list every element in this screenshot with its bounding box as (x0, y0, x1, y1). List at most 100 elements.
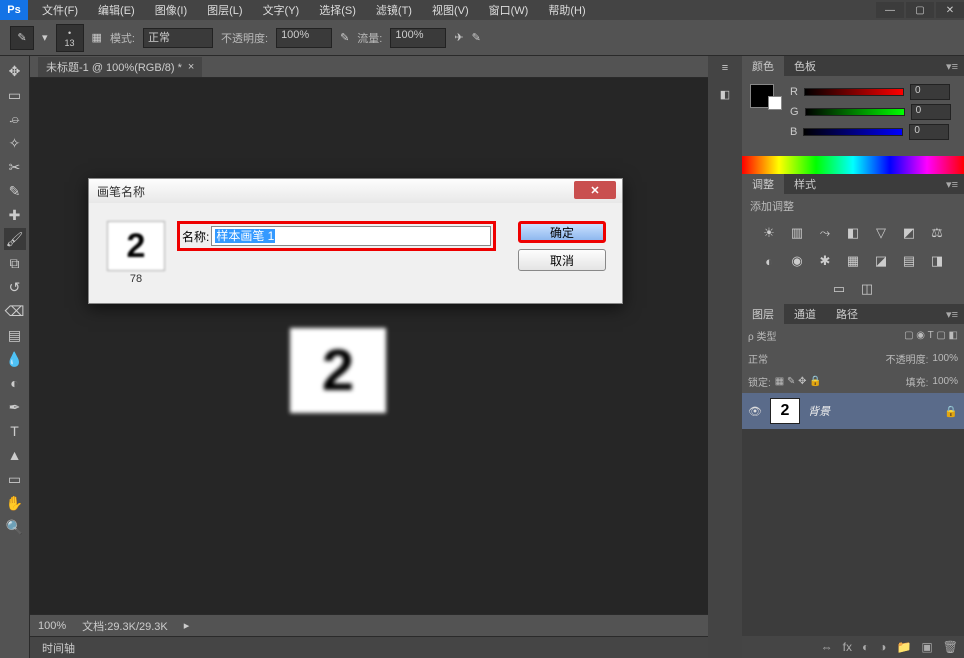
photofilter-icon[interactable]: ◉ (788, 252, 806, 270)
healing-tool[interactable]: ✚ (4, 204, 26, 226)
tool-preset-icon[interactable]: ✎ (10, 26, 34, 50)
link-layers-icon[interactable]: ⇔ (821, 640, 833, 654)
r-value[interactable]: 0 (910, 84, 950, 100)
blur-tool[interactable]: 💧 (4, 348, 26, 370)
menu-help[interactable]: 帮助(H) (540, 0, 593, 20)
menu-type[interactable]: 文字(Y) (255, 0, 308, 20)
blend-mode-select[interactable]: 正常 (748, 351, 768, 366)
zoom-level[interactable]: 100% (38, 620, 66, 632)
threshold-icon[interactable]: ◨ (928, 252, 946, 270)
channelmixer-icon[interactable]: ✱ (816, 252, 834, 270)
zoom-tool[interactable]: 🔍 (4, 516, 26, 538)
blend-mode-select[interactable]: 正常 (143, 28, 213, 48)
dialog-close-button[interactable]: ✕ (574, 181, 616, 199)
panel-menu-icon[interactable]: ▾≡ (946, 60, 958, 73)
r-slider[interactable] (804, 88, 904, 96)
layer-thumbnail[interactable]: 2 (770, 398, 800, 424)
magic-wand-tool[interactable]: ✧ (4, 132, 26, 154)
panel-menu-icon[interactable]: ▾≡ (946, 308, 958, 321)
menu-layer[interactable]: 图层(L) (199, 0, 250, 20)
dialog-titlebar[interactable]: 画笔名称 ✕ (89, 179, 622, 203)
opacity-value[interactable]: 100% (932, 353, 958, 364)
lookup-icon[interactable]: ▦ (844, 252, 862, 270)
brush-tool[interactable]: 🖌 (4, 228, 26, 250)
invert-icon[interactable]: ◪ (872, 252, 890, 270)
color-spectrum[interactable] (742, 156, 964, 174)
menu-image[interactable]: 图像(I) (147, 0, 195, 20)
tab-adjustments[interactable]: 调整 (742, 174, 784, 194)
vibrance-icon[interactable]: ▽ (872, 224, 890, 242)
visibility-icon[interactable]: 👁 (748, 405, 762, 418)
brightness-icon[interactable]: ☀ (760, 224, 778, 242)
brush-size-picker[interactable]: •13 (56, 24, 84, 52)
dodge-tool[interactable]: ◐ (4, 372, 26, 394)
brush-panel-icon[interactable]: ▦ (92, 31, 102, 44)
eraser-tool[interactable]: ⌫ (4, 300, 26, 322)
menu-file[interactable]: 文件(F) (34, 0, 86, 20)
g-slider[interactable] (805, 108, 905, 116)
close-button[interactable]: ✕ (936, 2, 964, 18)
delete-layer-icon[interactable]: 🗑 (943, 640, 958, 654)
tab-swatches[interactable]: 色板 (784, 56, 826, 76)
tab-channels[interactable]: 通道 (784, 304, 826, 324)
balance-icon[interactable]: ⚖ (928, 224, 946, 242)
tablet-pressure-icon[interactable]: ✎ (472, 31, 481, 44)
gradientmap-icon[interactable]: ▭ (830, 280, 848, 298)
ok-button[interactable]: 确定 (518, 221, 606, 243)
flow-field[interactable]: 100% (390, 28, 446, 48)
menu-view[interactable]: 视图(V) (424, 0, 477, 20)
selectivecolor-icon[interactable]: ◫ (858, 280, 876, 298)
status-chevron-icon[interactable]: ▸ (184, 619, 190, 632)
curves-icon[interactable]: ⤳ (816, 224, 834, 242)
b-value[interactable]: 0 (909, 124, 949, 140)
close-tab-icon[interactable]: × (188, 61, 194, 73)
tab-color[interactable]: 颜色 (742, 56, 784, 76)
crop-tool[interactable]: ✂ (4, 156, 26, 178)
canvas[interactable]: 2 (30, 78, 708, 614)
b-slider[interactable] (803, 128, 903, 136)
exposure-icon[interactable]: ◧ (844, 224, 862, 242)
background-swatch[interactable] (768, 96, 782, 110)
menu-window[interactable]: 窗口(W) (481, 0, 537, 20)
minimize-button[interactable]: — (876, 2, 904, 18)
fx-icon[interactable]: fx (843, 640, 852, 654)
move-tool[interactable]: ✥ (4, 60, 26, 82)
menu-edit[interactable]: 编辑(E) (90, 0, 143, 20)
menu-filter[interactable]: 滤镜(T) (368, 0, 420, 20)
shape-tool[interactable]: ▭ (4, 468, 26, 490)
path-select-tool[interactable]: ▲ (4, 444, 26, 466)
hand-tool[interactable]: ✋ (4, 492, 26, 514)
layer-row[interactable]: 👁 2 背景 🔒 (742, 393, 964, 429)
bw-icon[interactable]: ◐ (760, 252, 778, 270)
layer-kind-select[interactable]: ρ 类型 (748, 328, 776, 343)
tab-styles[interactable]: 样式 (784, 174, 826, 194)
hue-icon[interactable]: ◩ (900, 224, 918, 242)
fill-value[interactable]: 100% (932, 376, 958, 387)
pen-tool[interactable]: ✒ (4, 396, 26, 418)
document-tab[interactable]: 未标题-1 @ 100%(RGB/8) * × (38, 57, 202, 77)
menu-select[interactable]: 选择(S) (311, 0, 364, 20)
timeline-panel[interactable]: 时间轴 (30, 636, 708, 658)
tab-layers[interactable]: 图层 (742, 304, 784, 324)
cancel-button[interactable]: 取消 (518, 249, 606, 271)
history-brush-tool[interactable]: ↺ (4, 276, 26, 298)
panel-menu-icon[interactable]: ▾≡ (946, 178, 958, 191)
clone-stamp-tool[interactable]: ⧉ (4, 252, 26, 274)
opacity-field[interactable]: 100% (276, 28, 332, 48)
brush-name-input[interactable]: 样本画笔 1 (211, 226, 491, 246)
marquee-tool[interactable]: ▭ (4, 84, 26, 106)
new-layer-icon[interactable]: ▣ (921, 640, 932, 654)
posterize-icon[interactable]: ▤ (900, 252, 918, 270)
collapsed-icon-1[interactable]: ≡ (722, 62, 728, 74)
collapsed-icon-2[interactable]: ◧ (720, 88, 730, 101)
tab-paths[interactable]: 路径 (826, 304, 868, 324)
group-icon[interactable]: 📁 (896, 640, 911, 654)
lasso-tool[interactable]: ⌮ (4, 108, 26, 130)
type-tool[interactable]: T (4, 420, 26, 442)
adjustment-layer-icon[interactable]: ◑ (879, 640, 886, 654)
opacity-pressure-icon[interactable]: ✎ (340, 31, 349, 44)
levels-icon[interactable]: ▥ (788, 224, 806, 242)
g-value[interactable]: 0 (911, 104, 951, 120)
mask-icon[interactable]: ◐ (862, 640, 869, 654)
eyedropper-tool[interactable]: ✎ (4, 180, 26, 202)
